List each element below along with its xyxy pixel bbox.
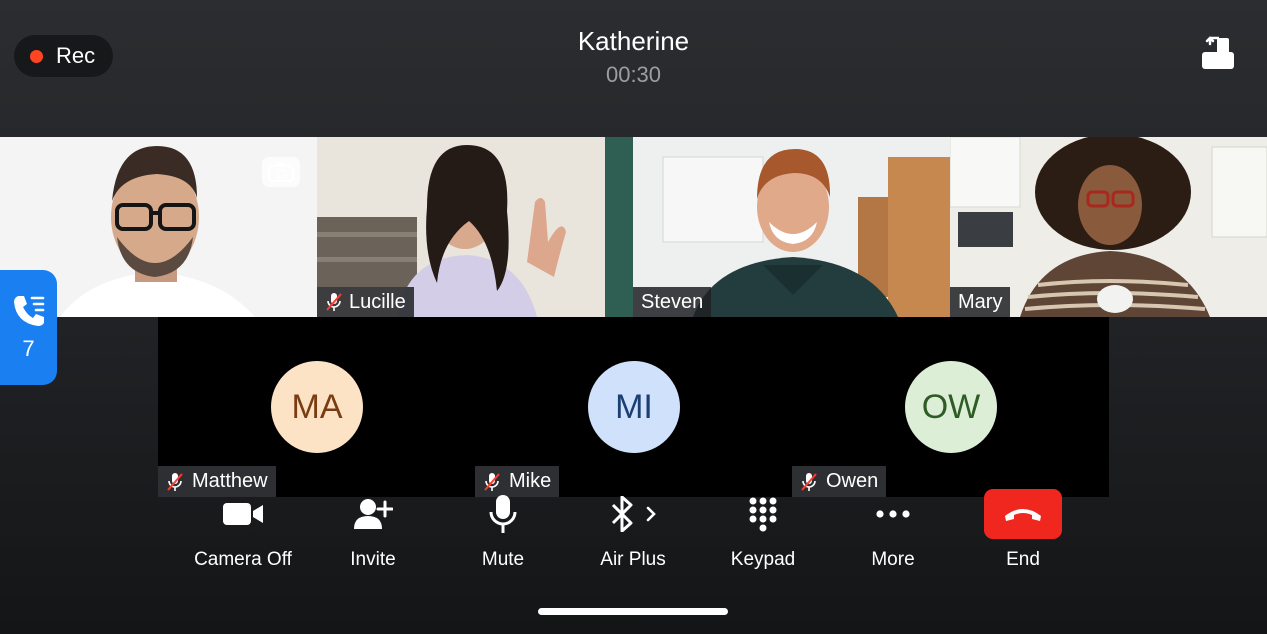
- audio-tile-mike[interactable]: MI Mike: [475, 317, 792, 497]
- invite-button[interactable]: Invite: [308, 488, 438, 578]
- mute-button[interactable]: Mute: [438, 488, 568, 578]
- video-grid: Lucille Steven Mary: [0, 137, 1267, 317]
- muted-mic-icon: [326, 293, 342, 311]
- participant-name: Mary: [958, 290, 1003, 313]
- avatar: OW: [905, 361, 997, 453]
- avatar: MA: [271, 361, 363, 453]
- mute-label: Mute: [481, 549, 525, 570]
- more-label: More: [871, 549, 915, 570]
- video-camera-icon: [223, 503, 263, 525]
- call-timer: 00:30: [605, 62, 662, 87]
- keypad-icon: [749, 497, 777, 532]
- keypad-button[interactable]: Keypad: [698, 488, 828, 578]
- keypad-label: Keypad: [730, 549, 796, 570]
- rotate-screen-button[interactable]: [1196, 34, 1240, 74]
- bluetooth-icon: [611, 496, 656, 532]
- name-tag-mary: Mary: [950, 287, 1011, 317]
- caller-name: Katherine: [577, 26, 690, 56]
- name-tag-lucille: Lucille: [317, 287, 414, 317]
- participant-name: Lucille: [349, 290, 406, 313]
- avatar: MI: [588, 361, 680, 453]
- add-person-icon: [354, 499, 393, 529]
- participant-name: Steven: [641, 290, 704, 313]
- call-queue-tab[interactable]: 7: [0, 270, 57, 385]
- flip-camera-icon: [268, 163, 294, 182]
- end-call-button[interactable]: End: [958, 488, 1088, 578]
- end-label: End: [1006, 549, 1040, 570]
- microphone-icon: [489, 495, 517, 533]
- chevron-right-icon: [646, 506, 656, 522]
- rotate-screen-icon: [1202, 36, 1234, 69]
- audio-tile-matthew[interactable]: MA Matthew: [158, 317, 475, 497]
- video-tile-mary[interactable]: Mary: [950, 137, 1267, 317]
- video-tile-steven[interactable]: Steven: [633, 137, 950, 317]
- camera-off-button[interactable]: Camera Off: [178, 488, 308, 578]
- air-plus-label: Air Plus: [600, 549, 666, 570]
- more-button[interactable]: More: [828, 488, 958, 578]
- call-queue-count: 7: [22, 336, 35, 361]
- audio-tile-owen[interactable]: OW Owen: [792, 317, 1109, 497]
- home-indicator[interactable]: [538, 608, 728, 615]
- flip-camera-button[interactable]: [262, 157, 300, 187]
- end-call-key[interactable]: [984, 489, 1062, 539]
- audio-participants-panel: MA Matthew MI Mike OW Owen: [158, 317, 1109, 497]
- video-tile-lucille[interactable]: Lucille: [317, 137, 633, 317]
- camera-off-label: Camera Off: [194, 549, 292, 570]
- name-tag-steven: Steven: [633, 287, 712, 317]
- more-dots-icon: [876, 510, 910, 518]
- hang-up-icon: [1005, 509, 1041, 521]
- phone-queue-icon: [13, 296, 44, 326]
- invite-label: Invite: [350, 549, 396, 570]
- air-plus-button[interactable]: Air Plus: [568, 488, 698, 578]
- call-controls: Camera Off Invite Mute Air Plus Keypad M…: [178, 488, 1088, 578]
